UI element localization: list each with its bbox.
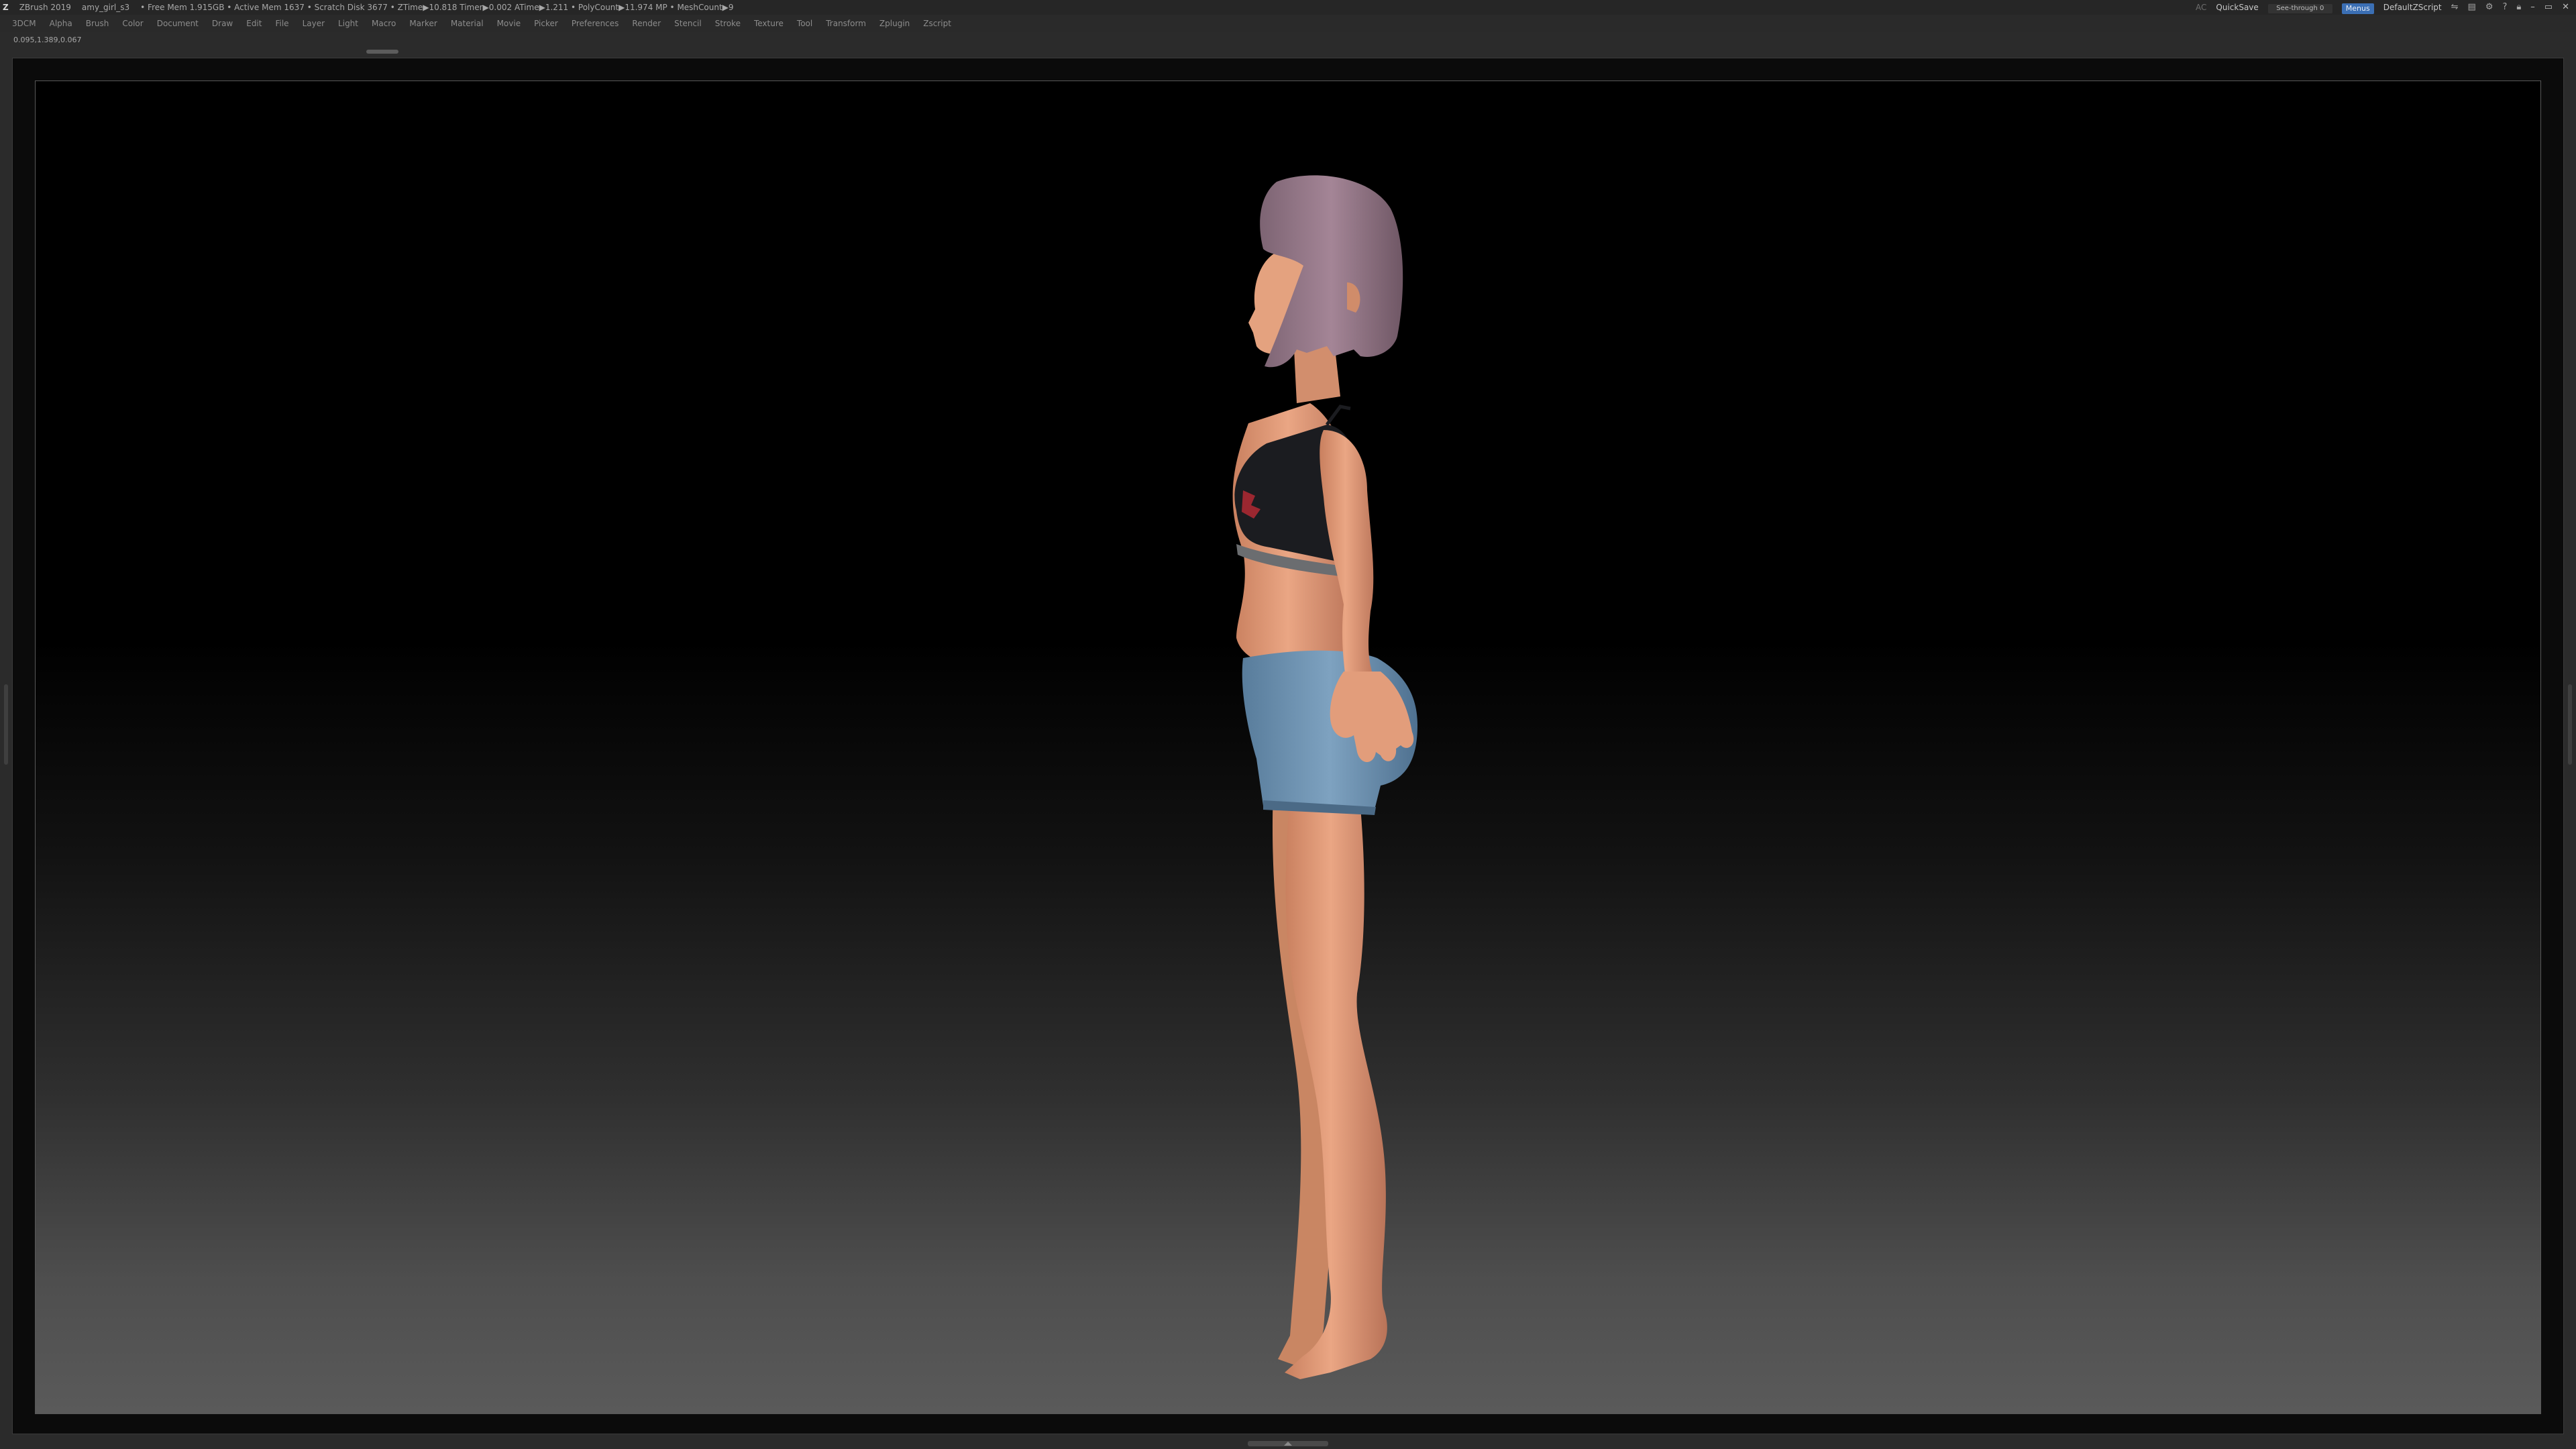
title-bar: Z ZBrush 2019 amy_girl_s3 • Free Mem 1.9… bbox=[0, 0, 2576, 15]
minimize-icon[interactable]: – bbox=[2530, 0, 2535, 15]
menu-edit[interactable]: Edit bbox=[246, 15, 262, 32]
menu-brush[interactable]: Brush bbox=[86, 15, 109, 32]
default-zscript-button[interactable]: DefaultZScript bbox=[2383, 0, 2442, 15]
menu-tool[interactable]: Tool bbox=[797, 15, 812, 32]
close-icon[interactable]: ✕ bbox=[2562, 0, 2569, 15]
menu-color[interactable]: Color bbox=[122, 15, 143, 32]
menu-marker[interactable]: Marker bbox=[409, 15, 437, 32]
document-viewport[interactable] bbox=[35, 80, 2541, 1414]
left-tray-handle[interactable] bbox=[4, 684, 8, 765]
right-tray-handle[interactable] bbox=[2568, 684, 2572, 765]
bottom-shelf-grip[interactable] bbox=[1248, 1441, 1328, 1446]
menu-picker[interactable]: Picker bbox=[534, 15, 558, 32]
zbrush-logo-icon[interactable]: Z bbox=[3, 0, 9, 15]
menu-3dcm[interactable]: 3DCM bbox=[12, 15, 36, 32]
menu-zplugin[interactable]: Zplugin bbox=[879, 15, 910, 32]
menu-stencil[interactable]: Stencil bbox=[674, 15, 702, 32]
maximize-icon[interactable]: ▭ bbox=[2544, 0, 2553, 15]
file-name: amy_girl_s3 bbox=[81, 3, 130, 12]
menu-transform[interactable]: Transform bbox=[826, 15, 866, 32]
see-through-slider[interactable]: See-through 0 bbox=[2267, 4, 2332, 13]
lock-icon[interactable]: 🔒︎ bbox=[2516, 0, 2521, 15]
ac-button[interactable]: AC bbox=[2196, 0, 2206, 15]
menu-layer[interactable]: Layer bbox=[303, 15, 325, 32]
quicksave-button[interactable]: QuickSave bbox=[2216, 0, 2258, 15]
app-name: ZBrush 2019 bbox=[19, 3, 71, 12]
menu-draw[interactable]: Draw bbox=[212, 15, 233, 32]
menus-toggle-button[interactable]: Menus bbox=[2341, 3, 2374, 14]
coordinate-readout: 0.095,1.389,0.067 bbox=[13, 36, 82, 44]
menu-zscript[interactable]: Zscript bbox=[923, 15, 951, 32]
menu-document[interactable]: Document bbox=[157, 15, 199, 32]
layout-icon[interactable]: ▤ bbox=[2468, 0, 2476, 15]
menu-render[interactable]: Render bbox=[632, 15, 661, 32]
menu-macro[interactable]: Macro bbox=[372, 15, 396, 32]
top-shelf-grip[interactable] bbox=[366, 50, 398, 54]
menu-material[interactable]: Material bbox=[451, 15, 484, 32]
menu-light[interactable]: Light bbox=[338, 15, 358, 32]
help-icon[interactable]: ? bbox=[2502, 0, 2507, 15]
interface-icon[interactable]: ⚙ bbox=[2485, 0, 2493, 15]
strap bbox=[1325, 405, 1351, 426]
menu-preferences[interactable]: Preferences bbox=[572, 15, 619, 32]
see-through-label: See-through 0 bbox=[2276, 5, 2324, 12]
menu-texture[interactable]: Texture bbox=[754, 15, 784, 32]
arrange-icon[interactable]: ⇋ bbox=[2451, 0, 2459, 15]
menu-stroke[interactable]: Stroke bbox=[715, 15, 741, 32]
menu-bar: 3DCM Alpha Brush Color Document Draw Edi… bbox=[0, 15, 2576, 32]
menu-file[interactable]: File bbox=[275, 15, 288, 32]
model-render[interactable] bbox=[36, 81, 2541, 1414]
menu-alpha[interactable]: Alpha bbox=[50, 15, 72, 32]
menu-movie[interactable]: Movie bbox=[497, 15, 521, 32]
system-stats: • Free Mem 1.915GB • Active Mem 1637 • S… bbox=[140, 3, 734, 12]
